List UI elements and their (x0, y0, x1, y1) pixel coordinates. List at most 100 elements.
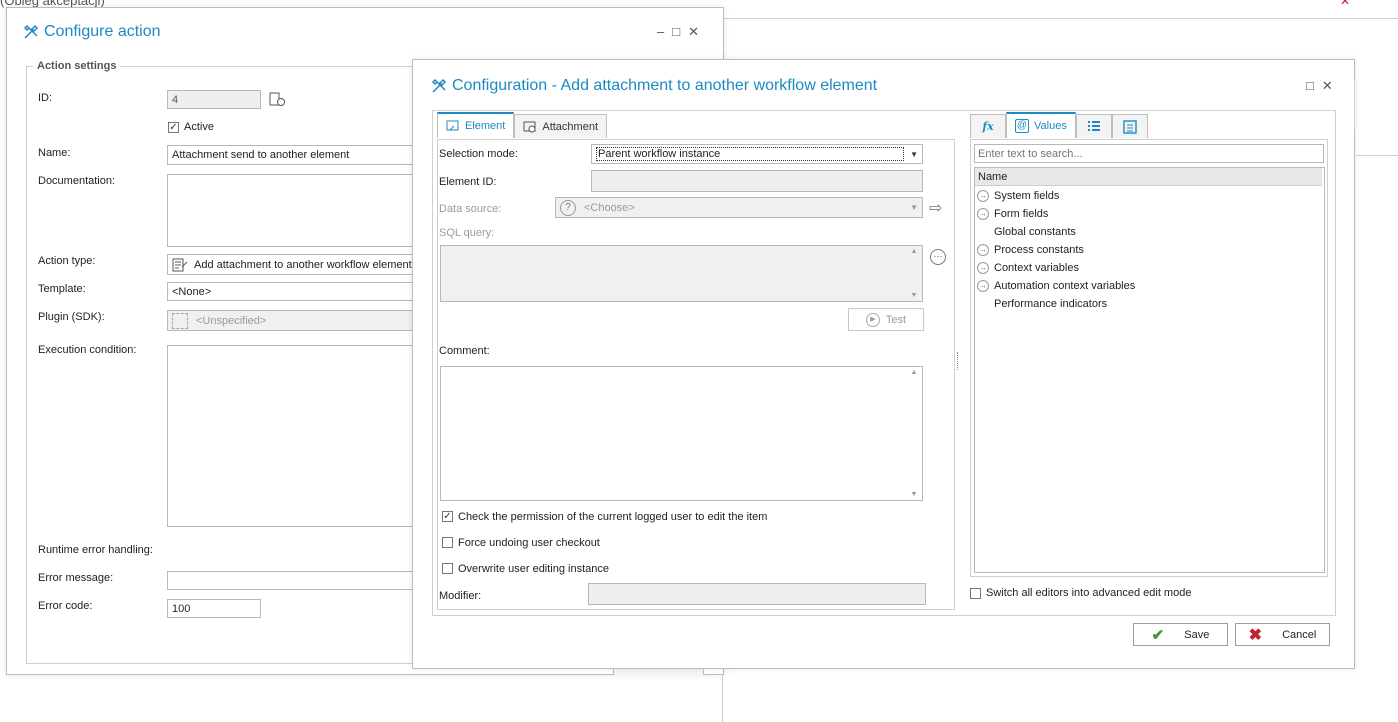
id-settings-icon[interactable] (269, 92, 287, 108)
tree-item-label: Process constants (994, 244, 1084, 256)
attachment-icon (523, 121, 536, 132)
advanced-mode-label: Switch all editors into advanced edit mo… (986, 587, 1192, 599)
background-tab-fragment (613, 668, 704, 675)
tree-item-form-fields[interactable]: → Form fields (977, 208, 1048, 220)
list-icon (1087, 121, 1100, 131)
tab-values-label: Values (1034, 120, 1067, 132)
action-type-field[interactable]: Add attachment to another workflow eleme… (167, 254, 417, 275)
tab-list[interactable] (1075, 114, 1112, 138)
overwrite-editing-label: Overwrite user editing instance (458, 563, 610, 575)
runtime-error-label: Runtime error handling: (38, 544, 153, 556)
tab-functions[interactable]: fx (970, 114, 1006, 138)
documentation-field[interactable] (167, 174, 417, 247)
error-message-field[interactable] (167, 571, 417, 590)
splitter-handle[interactable] (957, 352, 960, 370)
test-button: ▶ Test (848, 308, 924, 331)
background-divider (1354, 80, 1355, 130)
expand-icon[interactable]: → (977, 208, 989, 220)
maximize-icon[interactable]: □ (672, 24, 688, 39)
modifier-label: Modifier: (439, 590, 482, 602)
tree-item-label: Automation context variables (994, 280, 1136, 292)
execution-condition-field[interactable] (167, 345, 417, 527)
advanced-mode-checkbox[interactable] (970, 588, 981, 599)
active-checkbox[interactable]: ✓ (168, 122, 179, 133)
modifier-field (588, 583, 926, 605)
data-source-label: Data source: (439, 203, 502, 215)
configuration-title: Configuration - Add attachment to anothe… (431, 77, 877, 95)
selection-mode-label: Selection mode: (439, 148, 518, 160)
expand-icon[interactable]: → (977, 244, 989, 256)
more-options-icon[interactable]: ··· (930, 249, 946, 265)
background-close-icon: ✕ (1340, 0, 1351, 8)
tab-values[interactable]: @ Values (1006, 112, 1076, 138)
window-controls: –□✕ (657, 24, 707, 40)
check-permission-checkbox[interactable]: ✓ (442, 511, 453, 522)
tools-icon (431, 78, 447, 93)
scrollbar[interactable]: ▲ ▼ (908, 369, 920, 498)
tab-form[interactable] (1111, 114, 1148, 138)
window-controls: □✕ (1306, 78, 1341, 94)
tree-item-system-fields[interactable]: → System fields (977, 190, 1059, 202)
tree-item-context-variables[interactable]: → Context variables (977, 262, 1079, 274)
expand-icon[interactable]: → (977, 280, 989, 292)
tab-element[interactable]: Element (437, 112, 515, 138)
right-tabbar: fx @ Values (970, 112, 1148, 138)
element-id-label: Element ID: (439, 176, 497, 188)
cancel-button[interactable]: ✖ Cancel (1235, 623, 1330, 646)
close-icon[interactable]: ✕ (688, 24, 707, 39)
name-label: Name: (38, 147, 71, 159)
plugin-label: Plugin (SDK): (38, 311, 105, 323)
maximize-icon[interactable]: □ (1306, 78, 1322, 93)
sql-query-field: ▲ ▼ (440, 245, 923, 302)
action-type-label: Action type: (38, 255, 96, 267)
tree-item-automation-context-variables[interactable]: → Automation context variables (977, 280, 1135, 292)
chevron-down-icon: ▼ (910, 203, 918, 212)
close-icon[interactable]: ✕ (1322, 78, 1341, 93)
tree-item-label: Context variables (994, 262, 1079, 274)
name-field[interactable]: Attachment send to another element (167, 145, 417, 165)
scrollbar: ▲ ▼ (910, 248, 918, 299)
expand-icon[interactable]: → (977, 262, 989, 274)
error-message-label: Error message: (38, 572, 114, 584)
element-icon (446, 120, 459, 131)
save-button[interactable]: ✔ Save (1133, 623, 1228, 646)
cancel-x-icon: ✖ (1248, 626, 1263, 644)
values-search-input[interactable] (974, 144, 1324, 163)
comment-field[interactable]: ▲ ▼ (440, 366, 923, 501)
arrow-right-icon[interactable]: ⇨ (929, 198, 942, 218)
force-undo-checkout-checkbox[interactable] (442, 537, 453, 548)
error-code-field[interactable]: 100 (167, 599, 261, 618)
configure-action-title: Configure action (23, 23, 161, 41)
tree-item-label: System fields (994, 190, 1060, 202)
tree-item-process-constants[interactable]: → Process constants (977, 244, 1084, 256)
plugin-icon (172, 312, 188, 329)
save-label: Save (1184, 628, 1210, 641)
configuration-title-text: Configuration - Add attachment to anothe… (452, 77, 878, 94)
force-undo-checkout-label: Force undoing user checkout (458, 537, 600, 549)
documentation-label: Documentation: (38, 175, 116, 187)
expand-icon[interactable]: → (977, 190, 989, 202)
tree-header-name[interactable]: Name (975, 168, 1322, 186)
chevron-down-icon[interactable]: ▼ (910, 150, 918, 159)
tree-item-global-constants[interactable]: Global constants (994, 226, 1076, 238)
function-icon: fx (982, 120, 994, 133)
tree-item-label: Performance indicators (994, 298, 1108, 310)
id-field[interactable]: 4 (167, 90, 261, 109)
data-source-value: <Choose> (584, 201, 635, 214)
tab-attachment[interactable]: Attachment (514, 114, 607, 138)
template-field[interactable]: <None> (167, 282, 417, 301)
test-label: Test (885, 313, 907, 326)
active-label: Active (184, 121, 214, 133)
plugin-value: <Unspecified> (196, 314, 267, 327)
minimize-icon[interactable]: – (657, 24, 672, 39)
selection-mode-dropdown[interactable]: Parent workflow instance ▼ (591, 144, 923, 164)
checkmark-icon: ✔ (1151, 626, 1165, 644)
background-divider (722, 18, 1398, 19)
at-sign-icon: @ (1015, 119, 1029, 133)
action-settings-legend: Action settings (37, 60, 117, 72)
background-divider (1356, 155, 1398, 156)
template-label: Template: (38, 283, 86, 295)
selection-mode-value: Parent workflow instance (596, 147, 905, 161)
overwrite-editing-checkbox[interactable] (442, 563, 453, 574)
tree-item-performance-indicators[interactable]: Performance indicators (994, 298, 1107, 310)
